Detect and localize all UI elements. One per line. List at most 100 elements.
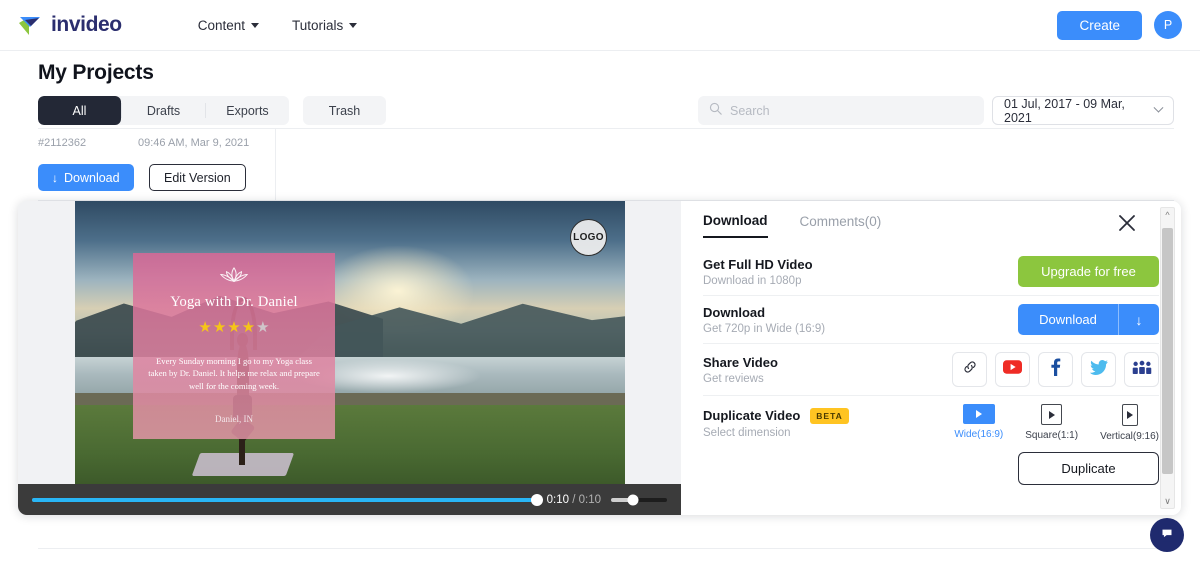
share-facebook-button[interactable] [1038, 352, 1073, 387]
total-time: 0:10 [578, 493, 601, 506]
page-title: My Projects [38, 61, 154, 84]
share-link-button[interactable] [952, 352, 987, 387]
dimension-vertical-label: Vertical(9:16) [1100, 431, 1159, 442]
top-navigation-bar: invideo Content Tutorials Create P [0, 0, 1200, 51]
team-icon [1132, 360, 1152, 380]
star-filled: ★ [241, 319, 256, 336]
project-row: #2112362 09:46 AM, Mar 9, 2021 ↓ Downloa… [38, 128, 1174, 201]
modal-panel: Download Comments(0) Get Full HD Video D… [681, 201, 1181, 515]
testimonial-text: Every Sunday morning I go to my Yoga cla… [148, 356, 320, 391]
nav-links: Content Tutorials [198, 18, 358, 33]
duplicate-button-wrap: Duplicate [703, 452, 1159, 485]
time-display: 0:10 / 0:10 [547, 494, 601, 506]
tab-group-trash: Trash [303, 96, 386, 125]
progress-knob[interactable] [530, 493, 543, 506]
tab-trash[interactable]: Trash [303, 96, 386, 125]
rating-stars: ★ ★ ★ ★ ★ [198, 320, 269, 335]
invideo-projects-page: invideo Content Tutorials Create P My Pr… [0, 0, 1200, 566]
row-share-actions [952, 352, 1159, 387]
chat-support-button[interactable] [1150, 518, 1184, 552]
wide-format-icon [962, 404, 995, 424]
user-avatar[interactable]: P [1154, 11, 1182, 39]
create-button[interactable]: Create [1057, 10, 1142, 40]
share-team-button[interactable] [1124, 352, 1159, 387]
close-icon[interactable] [1115, 211, 1139, 235]
nav-item-tutorials-label: Tutorials [292, 17, 344, 33]
beta-badge: BETA [810, 407, 849, 424]
testimonial-title: Yoga with Dr. Daniel [170, 294, 298, 310]
row-share-subtitle: Get reviews [703, 372, 764, 385]
search-input[interactable] [730, 103, 973, 118]
play-triangle-icon [1048, 410, 1055, 419]
dimension-vertical[interactable]: Vertical(9:16) [1100, 404, 1159, 442]
brand-logo[interactable]: invideo [18, 13, 122, 37]
row-share-text: Share Video Get reviews [703, 355, 778, 385]
dimension-wide-label: Wide(16:9) [954, 429, 1004, 440]
search-box[interactable] [698, 96, 984, 125]
time-separator: / [572, 493, 576, 506]
scrollbar-track[interactable] [1161, 222, 1174, 494]
dimension-square[interactable]: Square(1:1) [1025, 404, 1078, 442]
play-triangle-icon [975, 410, 982, 418]
video-poster-scene: LOGO Yoga with Dr. Daniel ★ ★ ★ ★ ★ Ever… [75, 201, 625, 484]
row-full-hd-title: Get Full HD Video [703, 256, 813, 272]
nav-right-actions: Create P [1057, 10, 1182, 40]
row-full-hd: Get Full HD Video Download in 1080p Upgr… [703, 248, 1159, 296]
dimension-wide[interactable]: Wide(16:9) [954, 404, 1003, 442]
tab-exports[interactable]: Exports [206, 96, 289, 125]
modal-tabs: Download Comments(0) [703, 201, 1159, 238]
duplicate-button[interactable]: Duplicate [1018, 452, 1159, 485]
play-triangle-icon [1126, 411, 1133, 419]
row-full-hd-actions: Upgrade for free [1018, 256, 1159, 287]
tab-all[interactable]: All [38, 96, 121, 125]
testimonial-author: Daniel, IN [215, 414, 253, 424]
footer-divider [38, 548, 1174, 549]
nav-item-content[interactable]: Content [198, 18, 260, 33]
chevron-down-icon [251, 22, 260, 28]
video-stage: LOGO Yoga with Dr. Daniel ★ ★ ★ ★ ★ Ever… [18, 201, 681, 484]
volume-slider[interactable] [611, 494, 667, 505]
row-download-actions: Download ↓ [1018, 304, 1159, 335]
scrollbar-thumb[interactable] [1162, 228, 1173, 474]
row-share-title: Share Video [703, 354, 778, 370]
link-icon [962, 359, 978, 380]
download-modal: LOGO Yoga with Dr. Daniel ★ ★ ★ ★ ★ Ever… [18, 201, 1181, 515]
row-full-hd-subtitle: Download in 1080p [703, 274, 802, 287]
row-duplicate-video: Duplicate Video BETA Select dimension Wi… [703, 396, 1159, 450]
row-duplicate-text: Duplicate Video BETA Select dimension [703, 407, 849, 439]
nav-item-tutorials[interactable]: Tutorials [292, 17, 358, 33]
upgrade-for-free-button[interactable]: Upgrade for free [1018, 256, 1159, 287]
row-download-subtitle: Get 720p in Wide (16:9) [703, 322, 826, 335]
tab-drafts[interactable]: Drafts [122, 96, 205, 125]
progress-bar[interactable] [32, 493, 543, 506]
star-filled: ★ [227, 319, 241, 336]
youtube-icon [1003, 360, 1022, 379]
dimension-square-label: Square(1:1) [1025, 430, 1079, 441]
share-twitter-button[interactable] [1081, 352, 1116, 387]
progress-fill [32, 497, 537, 502]
chat-bubble-icon [1158, 523, 1176, 547]
row-full-hd-text: Get Full HD Video Download in 1080p [703, 257, 813, 287]
row-download-button[interactable]: ↓ Download [38, 164, 134, 191]
volume-knob[interactable] [627, 494, 639, 505]
row-duplicate-title-line: Duplicate Video BETA [703, 407, 849, 424]
column-divider [275, 129, 276, 200]
video-player[interactable]: LOGO Yoga with Dr. Daniel ★ ★ ★ ★ ★ Ever… [18, 201, 681, 515]
scroll-down-arrow-icon[interactable]: ∨ [1164, 494, 1171, 508]
date-range-value: 01 Jul, 2017 - 09 Mar, 2021 [1004, 96, 1125, 125]
lotus-icon [219, 266, 249, 283]
edit-version-button[interactable]: Edit Version [149, 164, 246, 191]
twitter-icon [1089, 359, 1108, 380]
tab-comments[interactable]: Comments(0) [800, 213, 882, 238]
date-range-picker[interactable]: 01 Jul, 2017 - 09 Mar, 2021 [992, 96, 1174, 125]
modal-scrollbar[interactable]: ^ ∨ [1160, 207, 1175, 509]
search-icon [709, 102, 722, 120]
chevron-down-icon [349, 22, 358, 28]
share-youtube-button[interactable] [995, 352, 1030, 387]
download-arrow-icon[interactable]: ↓ [1119, 312, 1159, 328]
scroll-up-arrow-icon[interactable]: ^ [1165, 208, 1169, 222]
download-button[interactable]: Download ↓ [1018, 304, 1159, 335]
row-duplicate-actions: Wide(16:9) Square(1:1) Vertical(9:16) [954, 404, 1159, 442]
star-filled: ★ [212, 319, 227, 336]
tab-download[interactable]: Download [703, 213, 768, 238]
